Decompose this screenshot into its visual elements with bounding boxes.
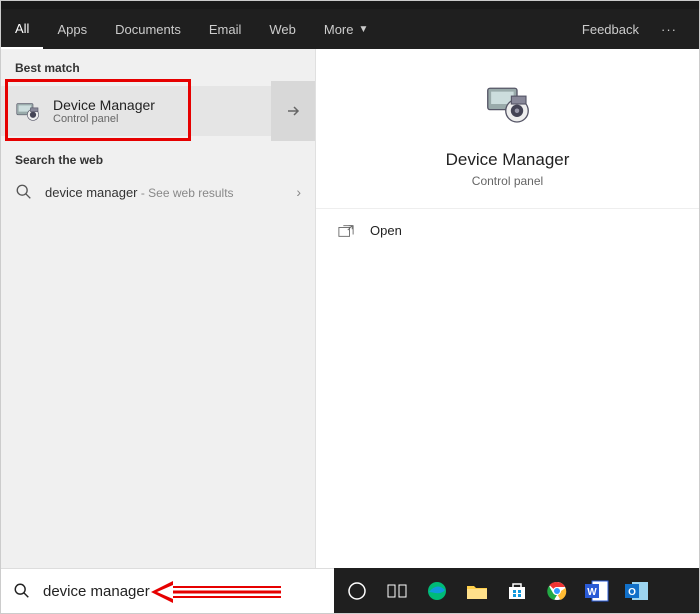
tab-apps[interactable]: Apps: [43, 9, 101, 49]
window-fragment: [1, 1, 699, 9]
search-box[interactable]: [1, 568, 334, 613]
edge-icon: [426, 580, 448, 602]
best-match-subtitle: Control panel: [53, 113, 155, 125]
detail-title: Device Manager: [336, 150, 679, 170]
detail-pane: Device Manager Control panel Open: [316, 49, 699, 568]
best-match-header: Best match: [1, 49, 315, 81]
svg-text:O: O: [628, 587, 636, 598]
search-icon: [13, 582, 31, 600]
device-manager-icon: [13, 96, 43, 126]
taskbar-store[interactable]: [500, 574, 534, 608]
chevron-right-icon: ›: [296, 184, 301, 200]
tab-more-label: More: [324, 22, 354, 37]
taskbar: W O: [334, 568, 699, 613]
web-result-item[interactable]: device manager - See web results ›: [1, 173, 315, 211]
detail-subtitle: Control panel: [336, 174, 679, 188]
best-match-title: Device Manager: [53, 97, 155, 113]
taskbar-chrome[interactable]: [540, 574, 574, 608]
best-match-result: Device Manager Control panel: [1, 81, 315, 141]
best-match-item[interactable]: Device Manager Control panel: [1, 86, 271, 136]
results-pane: Best match Device Manager Control panel: [1, 49, 316, 568]
web-result-text: device manager - See web results: [45, 185, 296, 200]
taskbar-explorer[interactable]: [460, 574, 494, 608]
search-web-header: Search the web: [1, 141, 315, 173]
search-input[interactable]: [43, 583, 322, 600]
arrow-right-icon: [285, 103, 301, 119]
taskbar-edge[interactable]: [420, 574, 454, 608]
taskbar-outlook[interactable]: O: [620, 574, 654, 608]
tab-email[interactable]: Email: [195, 9, 256, 49]
taskview-icon: [387, 583, 407, 599]
chevron-down-icon: ▼: [358, 24, 368, 35]
device-manager-large-icon: [481, 77, 535, 131]
word-icon: W: [585, 580, 609, 602]
tab-more[interactable]: More ▼: [310, 9, 383, 49]
taskbar-cortana[interactable]: [340, 574, 374, 608]
chrome-icon: [546, 580, 568, 602]
circle-icon: [347, 581, 367, 601]
taskbar-taskview[interactable]: [380, 574, 414, 608]
expand-arrow-button[interactable]: [271, 81, 315, 141]
tab-all[interactable]: All: [1, 9, 43, 49]
more-options-button[interactable]: ···: [651, 22, 687, 37]
web-suffix: - See web results: [138, 186, 234, 200]
open-icon: [338, 224, 354, 238]
svg-text:W: W: [587, 587, 597, 598]
open-action[interactable]: Open: [316, 209, 699, 252]
open-label: Open: [370, 223, 402, 238]
taskbar-word[interactable]: W: [580, 574, 614, 608]
search-icon: [15, 183, 33, 201]
web-query: device manager: [45, 185, 138, 200]
store-icon: [507, 581, 527, 601]
outlook-icon: O: [625, 580, 649, 602]
tab-web[interactable]: Web: [255, 9, 310, 49]
folder-icon: [466, 582, 488, 600]
feedback-link[interactable]: Feedback: [570, 22, 651, 37]
tab-documents[interactable]: Documents: [101, 9, 195, 49]
filter-tabs-bar: All Apps Documents Email Web More ▼ Feed…: [1, 9, 699, 49]
